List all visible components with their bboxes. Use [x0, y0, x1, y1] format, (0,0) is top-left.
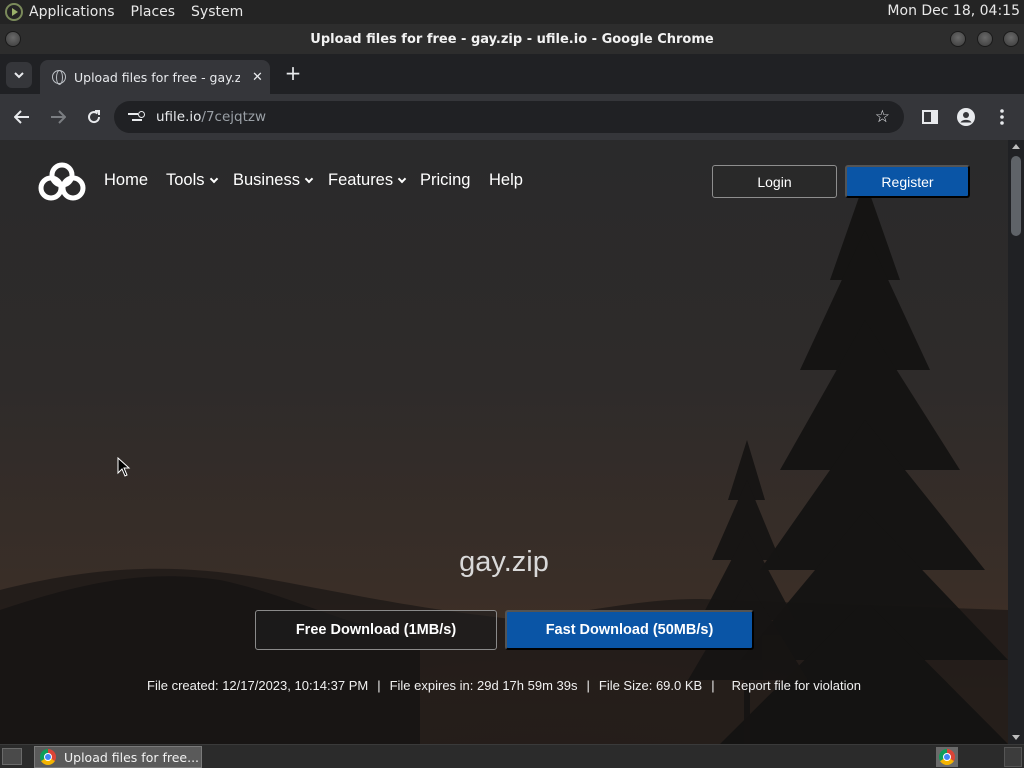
- back-arrow-icon[interactable]: [12, 107, 32, 127]
- nav-features[interactable]: Features: [328, 171, 407, 190]
- menu-applications[interactable]: Applications: [29, 4, 115, 20]
- tab-strip: Upload files for free - gay.zip - ufile.…: [0, 54, 1024, 94]
- panel-clock[interactable]: Mon Dec 18, 04:15: [887, 3, 1020, 19]
- workspace-switcher[interactable]: [1004, 747, 1022, 767]
- free-download-button[interactable]: Free Download (1MB/s): [255, 610, 497, 650]
- chrome-icon: [40, 749, 56, 765]
- window-title: Upload files for free - gay.zip - ufile.…: [310, 31, 714, 47]
- chrome-icon: [939, 749, 955, 765]
- scrollbar-thumb[interactable]: [1011, 156, 1021, 236]
- tab-active[interactable]: Upload files for free - gay.zip - ufile.…: [40, 60, 270, 94]
- taskbar-item-chrome[interactable]: Upload files for free...: [34, 746, 202, 768]
- close-icon[interactable]: ✕: [252, 70, 263, 85]
- tab-title: Upload files for free - gay.zip - ufile.…: [74, 69, 240, 85]
- show-desktop-button[interactable]: [2, 748, 22, 765]
- window-menu-button[interactable]: [5, 31, 21, 47]
- chevron-down-icon: [209, 174, 218, 184]
- maximize-button[interactable]: [977, 31, 993, 47]
- reload-icon[interactable]: [84, 107, 104, 127]
- file-name-heading: gay.zip: [459, 546, 549, 578]
- file-expires: File expires in: 29d 17h 59m 39s: [389, 678, 578, 693]
- chevron-down-icon: [397, 174, 407, 184]
- page-viewport: Home Tools Business Features Pricing Hel…: [0, 140, 1008, 744]
- minimize-button[interactable]: [950, 31, 966, 47]
- plus-icon[interactable]: +: [282, 61, 304, 85]
- desktop-taskbar: Upload files for free...: [0, 744, 1024, 768]
- kebab-menu-icon[interactable]: [992, 107, 1012, 127]
- desktop-top-panel: Applications Places System Mon Dec 18, 0…: [0, 0, 1024, 24]
- ufile-logo-icon[interactable]: [38, 162, 86, 202]
- menu-places[interactable]: Places: [131, 4, 176, 20]
- hero-background-image: [0, 180, 1008, 744]
- chevron-down-icon: [14, 71, 24, 78]
- star-icon[interactable]: ☆: [875, 107, 890, 127]
- window-titlebar[interactable]: Upload files for free - gay.zip - ufile.…: [0, 24, 1024, 54]
- chevron-down-icon: [304, 174, 314, 184]
- forward-arrow-icon[interactable]: [48, 107, 68, 127]
- profile-icon[interactable]: [956, 107, 976, 127]
- nav-business[interactable]: Business: [233, 171, 314, 190]
- nav-help[interactable]: Help: [489, 171, 523, 190]
- file-created: File created: 12/17/2023, 10:14:37 PM: [147, 678, 369, 693]
- login-button[interactable]: Login: [712, 165, 837, 198]
- mouse-cursor-icon: [117, 457, 131, 477]
- url-path: /7cejqtzw: [201, 109, 267, 125]
- file-meta-line: File created: 12/17/2023, 10:14:37 PM | Fi…: [147, 678, 861, 693]
- nav-tools[interactable]: Tools: [166, 171, 218, 190]
- taskbar-item-label: Upload files for free...: [64, 749, 200, 765]
- page-scrollbar[interactable]: [1008, 140, 1024, 744]
- tab-search-button[interactable]: [6, 62, 32, 88]
- fast-download-button[interactable]: Fast Download (50MB/s): [505, 610, 754, 650]
- scroll-up-icon[interactable]: [1012, 144, 1020, 149]
- globe-icon: [52, 70, 66, 85]
- url-host: ufile.io: [156, 109, 202, 125]
- close-window-button[interactable]: [1003, 31, 1019, 47]
- nav-home[interactable]: Home: [104, 171, 148, 190]
- app-menu-logo-icon[interactable]: [5, 3, 23, 21]
- scroll-down-icon[interactable]: [1012, 735, 1020, 740]
- menu-system[interactable]: System: [191, 4, 243, 20]
- report-violation-link[interactable]: Report file for violation: [732, 678, 861, 693]
- file-size: File Size: 69.0 KB: [598, 678, 703, 693]
- browser-toolbar: ufile.io/7cejqtzw ☆: [0, 94, 1024, 140]
- register-button[interactable]: Register: [845, 165, 970, 198]
- address-bar[interactable]: ufile.io/7cejqtzw ☆: [114, 101, 904, 133]
- site-info-icon[interactable]: [128, 110, 145, 124]
- nav-pricing[interactable]: Pricing: [420, 171, 470, 190]
- tray-chrome-icon[interactable]: [936, 747, 958, 767]
- side-panel-icon[interactable]: [920, 107, 940, 127]
